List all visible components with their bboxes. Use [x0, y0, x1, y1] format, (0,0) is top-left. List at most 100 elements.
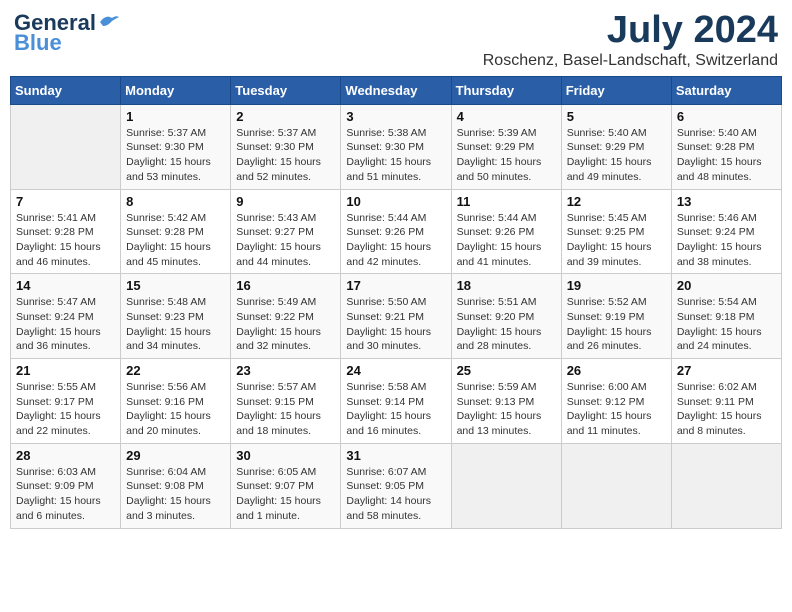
day-number: 31: [346, 448, 445, 463]
day-number: 19: [567, 278, 666, 293]
day-cell: 6 Sunrise: 5:40 AM Sunset: 9:28 PM Daylig…: [671, 104, 781, 189]
day-info: Sunrise: 5:45 AM Sunset: 9:25 PM Dayligh…: [567, 211, 666, 270]
day-info: Sunrise: 5:55 AM Sunset: 9:17 PM Dayligh…: [16, 380, 115, 439]
day-cell: 24Sunrise: 5:58 AM Sunset: 9:14 PM Dayli…: [341, 359, 451, 444]
day-info: Sunrise: 5:46 AM Sunset: 9:24 PM Dayligh…: [677, 211, 776, 270]
week-row-2: 7 Sunrise: 5:41 AM Sunset: 9:28 PM Daylig…: [11, 189, 782, 274]
day-info: Sunrise: 5:43 AM Sunset: 9:27 PM Dayligh…: [236, 211, 335, 270]
day-cell: 18 Sunrise: 5:51 AM Sunset: 9:20 PM Dayli…: [451, 274, 561, 359]
day-cell: 9 Sunrise: 5:43 AM Sunset: 9:27 PM Daylig…: [231, 189, 341, 274]
day-cell: 19Sunrise: 5:52 AM Sunset: 9:19 PM Dayli…: [561, 274, 671, 359]
day-info: Sunrise: 5:54 AM Sunset: 9:18 PM Dayligh…: [677, 295, 776, 354]
day-info: Sunrise: 5:56 AM Sunset: 9:16 PM Dayligh…: [126, 380, 225, 439]
day-number: 2: [236, 109, 335, 124]
day-number: 26: [567, 363, 666, 378]
day-number: 21: [16, 363, 115, 378]
day-info: Sunrise: 5:58 AM Sunset: 9:14 PM Dayligh…: [346, 380, 445, 439]
day-info: Sunrise: 5:38 AM Sunset: 9:30 PM Dayligh…: [346, 126, 445, 185]
day-cell: [11, 104, 121, 189]
day-cell: [671, 443, 781, 528]
day-cell: 26 Sunrise: 6:00 AM Sunset: 9:12 PM Dayli…: [561, 359, 671, 444]
day-info: Sunrise: 5:40 AM Sunset: 9:28 PM Dayligh…: [677, 126, 776, 185]
day-number: 9: [236, 194, 335, 209]
logo: General Blue: [14, 10, 120, 56]
day-info: Sunrise: 5:41 AM Sunset: 9:28 PM Dayligh…: [16, 211, 115, 270]
day-cell: 21 Sunrise: 5:55 AM Sunset: 9:17 PM Dayli…: [11, 359, 121, 444]
day-cell: 23Sunrise: 5:57 AM Sunset: 9:15 PM Dayli…: [231, 359, 341, 444]
day-info: Sunrise: 5:37 AM Sunset: 9:30 PM Dayligh…: [126, 126, 225, 185]
day-info: Sunrise: 5:51 AM Sunset: 9:20 PM Dayligh…: [457, 295, 556, 354]
weekday-header-friday: Friday: [561, 76, 671, 104]
day-number: 4: [457, 109, 556, 124]
location-title: Roschenz, Basel-Landschaft, Switzerland: [483, 52, 778, 70]
day-number: 7: [16, 194, 115, 209]
day-info: Sunrise: 5:47 AM Sunset: 9:24 PM Dayligh…: [16, 295, 115, 354]
day-number: 12: [567, 194, 666, 209]
month-title: July 2024: [483, 10, 778, 52]
title-section: July 2024 Roschenz, Basel-Landschaft, Sw…: [483, 10, 778, 70]
page-header: General Blue July 2024 Roschenz, Basel-L…: [10, 10, 782, 70]
day-cell: 16 Sunrise: 5:49 AM Sunset: 9:22 PM Dayli…: [231, 274, 341, 359]
day-cell: 11 Sunrise: 5:44 AM Sunset: 9:26 PM Dayli…: [451, 189, 561, 274]
day-cell: 7 Sunrise: 5:41 AM Sunset: 9:28 PM Daylig…: [11, 189, 121, 274]
day-number: 3: [346, 109, 445, 124]
day-info: Sunrise: 5:44 AM Sunset: 9:26 PM Dayligh…: [346, 211, 445, 270]
day-cell: 20 Sunrise: 5:54 AM Sunset: 9:18 PM Dayli…: [671, 274, 781, 359]
day-info: Sunrise: 5:44 AM Sunset: 9:26 PM Dayligh…: [457, 211, 556, 270]
day-number: 27: [677, 363, 776, 378]
day-cell: [561, 443, 671, 528]
day-cell: [451, 443, 561, 528]
weekday-header-monday: Monday: [121, 76, 231, 104]
day-info: Sunrise: 5:37 AM Sunset: 9:30 PM Dayligh…: [236, 126, 335, 185]
day-cell: 2 Sunrise: 5:37 AM Sunset: 9:30 PM Daylig…: [231, 104, 341, 189]
day-number: 14: [16, 278, 115, 293]
day-info: Sunrise: 5:57 AM Sunset: 9:15 PM Dayligh…: [236, 380, 335, 439]
day-info: Sunrise: 6:03 AM Sunset: 9:09 PM Dayligh…: [16, 465, 115, 524]
day-number: 22: [126, 363, 225, 378]
weekday-header-row: SundayMondayTuesdayWednesdayThursdayFrid…: [11, 76, 782, 104]
day-info: Sunrise: 5:39 AM Sunset: 9:29 PM Dayligh…: [457, 126, 556, 185]
day-number: 16: [236, 278, 335, 293]
day-number: 20: [677, 278, 776, 293]
day-cell: 4 Sunrise: 5:39 AM Sunset: 9:29 PM Daylig…: [451, 104, 561, 189]
day-cell: 3 Sunrise: 5:38 AM Sunset: 9:30 PM Daylig…: [341, 104, 451, 189]
week-row-5: 28 Sunrise: 6:03 AM Sunset: 9:09 PM Dayli…: [11, 443, 782, 528]
day-number: 8: [126, 194, 225, 209]
day-cell: 13 Sunrise: 5:46 AM Sunset: 9:24 PM Dayli…: [671, 189, 781, 274]
weekday-header-sunday: Sunday: [11, 76, 121, 104]
day-number: 5: [567, 109, 666, 124]
day-cell: 22 Sunrise: 5:56 AM Sunset: 9:16 PM Dayli…: [121, 359, 231, 444]
day-number: 11: [457, 194, 556, 209]
week-row-3: 14 Sunrise: 5:47 AM Sunset: 9:24 PM Dayli…: [11, 274, 782, 359]
day-number: 29: [126, 448, 225, 463]
day-number: 1: [126, 109, 225, 124]
day-number: 30: [236, 448, 335, 463]
logo-blue: Blue: [14, 30, 62, 56]
day-info: Sunrise: 6:07 AM Sunset: 9:05 PM Dayligh…: [346, 465, 445, 524]
day-number: 28: [16, 448, 115, 463]
day-cell: 15 Sunrise: 5:48 AM Sunset: 9:23 PM Dayli…: [121, 274, 231, 359]
day-info: Sunrise: 6:05 AM Sunset: 9:07 PM Dayligh…: [236, 465, 335, 524]
day-cell: 10Sunrise: 5:44 AM Sunset: 9:26 PM Dayli…: [341, 189, 451, 274]
day-cell: 12 Sunrise: 5:45 AM Sunset: 9:25 PM Dayli…: [561, 189, 671, 274]
day-cell: 25Sunrise: 5:59 AM Sunset: 9:13 PM Dayli…: [451, 359, 561, 444]
day-cell: 1 Sunrise: 5:37 AM Sunset: 9:30 PM Daylig…: [121, 104, 231, 189]
day-number: 15: [126, 278, 225, 293]
calendar-table: SundayMondayTuesdayWednesdayThursdayFrid…: [10, 76, 782, 529]
day-cell: 28 Sunrise: 6:03 AM Sunset: 9:09 PM Dayli…: [11, 443, 121, 528]
day-cell: 27Sunrise: 6:02 AM Sunset: 9:11 PM Dayli…: [671, 359, 781, 444]
weekday-header-tuesday: Tuesday: [231, 76, 341, 104]
day-info: Sunrise: 5:50 AM Sunset: 9:21 PM Dayligh…: [346, 295, 445, 354]
day-info: Sunrise: 5:59 AM Sunset: 9:13 PM Dayligh…: [457, 380, 556, 439]
day-cell: 14 Sunrise: 5:47 AM Sunset: 9:24 PM Dayli…: [11, 274, 121, 359]
logo-bird-icon: [98, 12, 120, 30]
day-info: Sunrise: 5:48 AM Sunset: 9:23 PM Dayligh…: [126, 295, 225, 354]
day-number: 17: [346, 278, 445, 293]
day-number: 13: [677, 194, 776, 209]
weekday-header-wednesday: Wednesday: [341, 76, 451, 104]
day-info: Sunrise: 6:00 AM Sunset: 9:12 PM Dayligh…: [567, 380, 666, 439]
day-number: 18: [457, 278, 556, 293]
day-info: Sunrise: 5:42 AM Sunset: 9:28 PM Dayligh…: [126, 211, 225, 270]
day-info: Sunrise: 5:49 AM Sunset: 9:22 PM Dayligh…: [236, 295, 335, 354]
day-number: 6: [677, 109, 776, 124]
